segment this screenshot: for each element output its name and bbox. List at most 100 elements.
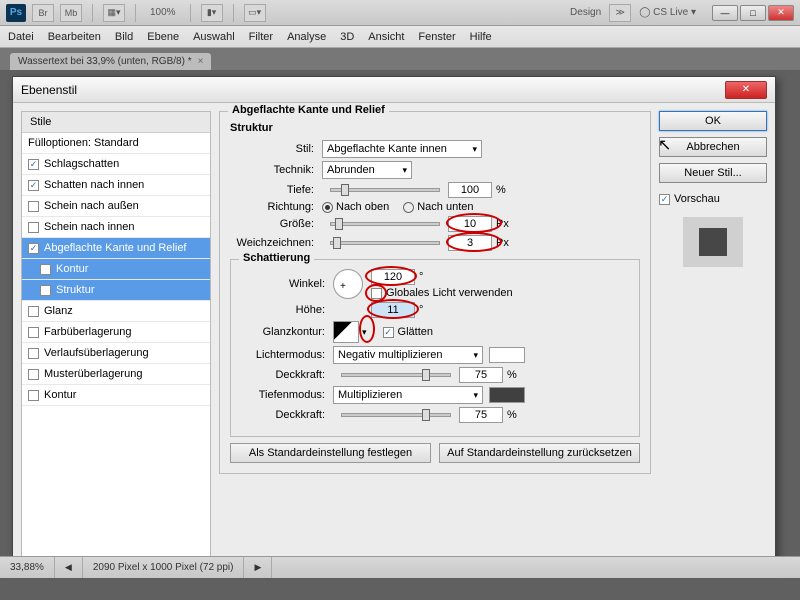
highlight-opacity-input[interactable] bbox=[459, 367, 503, 383]
depth-input[interactable] bbox=[448, 182, 492, 198]
screen-mode-icon[interactable]: ▭▾ bbox=[244, 4, 266, 22]
blending-options-row[interactable]: Fülloptionen: Standard bbox=[22, 133, 210, 154]
style-checkbox[interactable] bbox=[28, 222, 39, 233]
style-dropdown[interactable]: Abgeflachte Kante innen bbox=[322, 140, 482, 158]
highlight-mode-label: Lichtermodus: bbox=[241, 349, 333, 361]
style-row-0[interactable]: Schlagschatten bbox=[22, 154, 210, 175]
menu-ansicht[interactable]: Ansicht bbox=[368, 31, 404, 43]
angle-control[interactable] bbox=[333, 269, 363, 299]
depth-label: Tiefe: bbox=[230, 184, 322, 196]
direction-label: Richtung: bbox=[230, 201, 322, 213]
cancel-button[interactable]: Abbrechen bbox=[659, 137, 767, 157]
gloss-contour-picker[interactable] bbox=[333, 321, 359, 343]
reset-default-button[interactable]: Auf Standardeinstellung zurücksetzen bbox=[439, 443, 640, 463]
document-tab[interactable]: Wassertext bei 33,9% (unten, RGB/8) * × bbox=[10, 53, 211, 70]
menu-bild[interactable]: Bild bbox=[115, 31, 133, 43]
style-label: Musterüberlagerung bbox=[44, 368, 142, 380]
highlight-color-swatch[interactable] bbox=[489, 347, 525, 363]
bridge-icon[interactable]: Br bbox=[32, 4, 54, 22]
style-row-7[interactable]: Glanz bbox=[22, 301, 210, 322]
style-checkbox[interactable] bbox=[28, 306, 39, 317]
menu-3d[interactable]: 3D bbox=[340, 31, 354, 43]
antialias-label: Glätten bbox=[398, 326, 433, 338]
shadow-opacity-slider[interactable] bbox=[341, 413, 451, 417]
style-label: Abgeflachte Kante und Relief bbox=[44, 242, 187, 254]
shadow-mode-dropdown[interactable]: Multiplizieren bbox=[333, 386, 483, 404]
style-checkbox[interactable] bbox=[40, 285, 51, 296]
dialog-right-panel: OK Abbrechen Neuer Stil... Vorschau bbox=[659, 111, 767, 559]
cslive-button[interactable]: ◯ CS Live ▾ bbox=[635, 7, 700, 18]
minimize-button[interactable]: — bbox=[712, 5, 738, 21]
styles-list-panel: Stile Fülloptionen: Standard Schlagschat… bbox=[21, 111, 211, 559]
style-row-10[interactable]: Musterüberlagerung bbox=[22, 364, 210, 385]
style-checkbox[interactable] bbox=[28, 243, 39, 254]
expand-icon[interactable]: ≫ bbox=[609, 4, 631, 22]
menu-analyse[interactable]: Analyse bbox=[287, 31, 326, 43]
antialias-checkbox[interactable] bbox=[383, 327, 394, 338]
size-input[interactable] bbox=[448, 216, 492, 232]
menu-hilfe[interactable]: Hilfe bbox=[470, 31, 492, 43]
make-default-button[interactable]: Als Standardeinstellung festlegen bbox=[230, 443, 431, 463]
style-checkbox[interactable] bbox=[28, 348, 39, 359]
dialog-close-button[interactable]: ✕ bbox=[725, 81, 767, 99]
style-checkbox[interactable] bbox=[28, 159, 39, 170]
shadow-opacity-input[interactable] bbox=[459, 407, 503, 423]
style-row-5[interactable]: Kontur bbox=[22, 259, 210, 280]
menu-fenster[interactable]: Fenster bbox=[418, 31, 455, 43]
style-checkbox[interactable] bbox=[40, 264, 51, 275]
status-zoom[interactable]: 33,88% bbox=[0, 557, 55, 578]
maximize-button[interactable]: □ bbox=[740, 5, 766, 21]
angle-input[interactable] bbox=[371, 269, 415, 285]
zoom-level[interactable]: 100% bbox=[146, 7, 180, 18]
minibridge-icon[interactable]: Mb bbox=[60, 4, 82, 22]
view-extras-icon[interactable]: ▦▾ bbox=[103, 4, 125, 22]
style-row-4[interactable]: Abgeflachte Kante und Relief bbox=[22, 238, 210, 259]
highlight-opacity-slider[interactable] bbox=[341, 373, 451, 377]
style-checkbox[interactable] bbox=[28, 180, 39, 191]
style-checkbox[interactable] bbox=[28, 390, 39, 401]
depth-slider[interactable] bbox=[330, 188, 440, 192]
close-tab-icon[interactable]: × bbox=[198, 56, 204, 67]
style-row-9[interactable]: Verlaufsüberlagerung bbox=[22, 343, 210, 364]
style-row-3[interactable]: Schein nach innen bbox=[22, 217, 210, 238]
soften-input[interactable] bbox=[448, 235, 492, 251]
preview-label: Vorschau bbox=[674, 193, 720, 205]
ok-button[interactable]: OK bbox=[659, 111, 767, 131]
menu-filter[interactable]: Filter bbox=[249, 31, 273, 43]
style-row-2[interactable]: Schein nach außen bbox=[22, 196, 210, 217]
direction-up-radio[interactable] bbox=[322, 202, 333, 213]
soften-unit: Px bbox=[496, 237, 509, 249]
technique-dropdown[interactable]: Abrunden bbox=[322, 161, 412, 179]
new-style-button[interactable]: Neuer Stil... bbox=[659, 163, 767, 183]
style-checkbox[interactable] bbox=[28, 327, 39, 338]
preview-swatch bbox=[683, 217, 743, 267]
design-button[interactable]: Design bbox=[566, 7, 605, 18]
style-checkbox[interactable] bbox=[28, 369, 39, 380]
style-row-6[interactable]: Struktur bbox=[22, 280, 210, 301]
style-checkbox[interactable] bbox=[28, 201, 39, 212]
style-row-1[interactable]: Schatten nach innen bbox=[22, 175, 210, 196]
arrange-icon[interactable]: ▮▾ bbox=[201, 4, 223, 22]
global-light-checkbox[interactable] bbox=[371, 288, 382, 299]
document-tab-title: Wassertext bei 33,9% (unten, RGB/8) * bbox=[18, 56, 192, 67]
highlight-mode-dropdown[interactable]: Negativ multiplizieren bbox=[333, 346, 483, 364]
preview-checkbox[interactable] bbox=[659, 194, 670, 205]
soften-slider[interactable] bbox=[330, 241, 440, 245]
menu-ebene[interactable]: Ebene bbox=[147, 31, 179, 43]
size-slider[interactable] bbox=[330, 222, 440, 226]
close-button[interactable]: ✕ bbox=[768, 5, 794, 21]
direction-down-radio[interactable] bbox=[403, 202, 414, 213]
menu-datei[interactable]: Datei bbox=[8, 31, 34, 43]
style-row-11[interactable]: Kontur bbox=[22, 385, 210, 406]
structure-legend: Struktur bbox=[230, 122, 640, 134]
menu-auswahl[interactable]: Auswahl bbox=[193, 31, 235, 43]
altitude-input[interactable] bbox=[371, 302, 415, 318]
style-row-8[interactable]: Farbüberlagerung bbox=[22, 322, 210, 343]
depth-unit: % bbox=[496, 184, 506, 196]
status-dimensions[interactable]: 2090 Pixel x 1000 Pixel (72 ppi) bbox=[83, 557, 245, 578]
styles-header[interactable]: Stile bbox=[22, 112, 210, 133]
menu-bearbeiten[interactable]: Bearbeiten bbox=[48, 31, 101, 43]
shadow-color-swatch[interactable] bbox=[489, 387, 525, 403]
app-icon: Ps bbox=[6, 4, 26, 22]
style-label: Schlagschatten bbox=[44, 158, 119, 170]
